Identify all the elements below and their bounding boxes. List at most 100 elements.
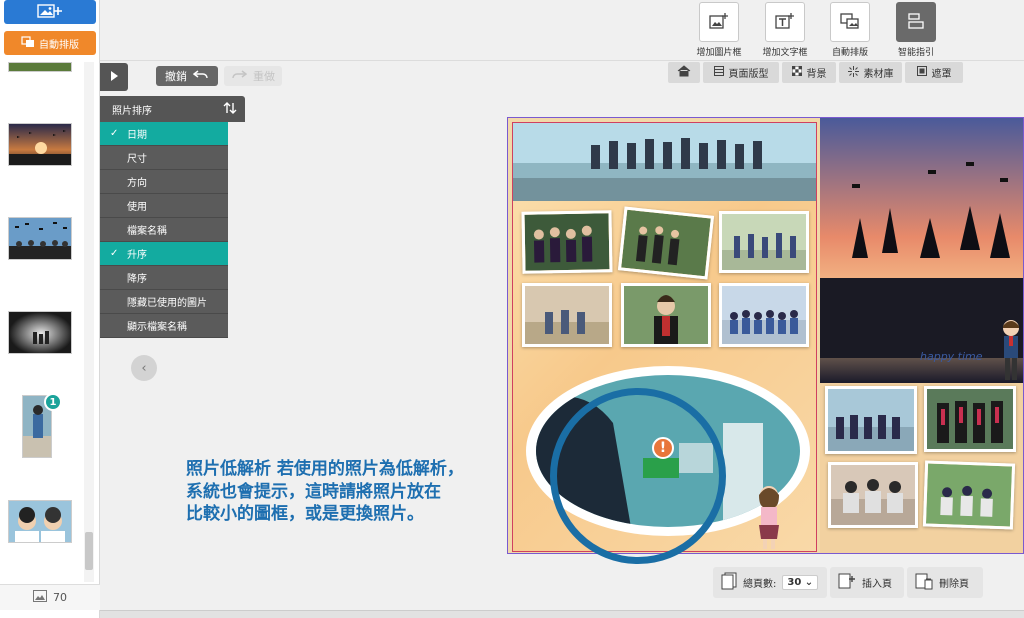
photo-frame[interactable]	[621, 283, 711, 347]
add-text-frame-button[interactable]: 增加文字框	[757, 2, 813, 58]
cartoon-sticker[interactable]	[998, 318, 1023, 384]
photo-thumbnail[interactable]	[8, 311, 72, 354]
delete-page-button[interactable]: 刪除頁	[907, 567, 983, 598]
collapse-panel-button[interactable]: ‹	[131, 355, 157, 381]
sort-option-ascending[interactable]: ✓ 升序	[100, 242, 228, 266]
add-text-frame-icon	[775, 12, 795, 33]
photo-panel-scrollbar[interactable]	[84, 62, 94, 582]
scrollbar-thumb[interactable]	[85, 532, 93, 570]
photo-frame[interactable]	[513, 123, 816, 201]
auto-layout-button[interactable]: 自動排版	[4, 31, 96, 55]
smart-guide-button[interactable]: 智能指引	[888, 2, 944, 58]
tab-label: 背景	[806, 69, 827, 80]
add-text-frame-label: 增加文字框	[762, 48, 808, 58]
photo-thumbnail[interactable]	[8, 500, 72, 543]
checker-icon	[791, 65, 802, 79]
tab-page-layout[interactable]: 頁面版型	[703, 62, 779, 83]
sort-option-size[interactable]: 尺寸	[100, 146, 228, 170]
total-pages-label: 總頁數:	[743, 579, 777, 590]
sort-option-label: 方向	[127, 178, 147, 189]
sort-menu-header: 照片排序	[100, 96, 245, 122]
sort-option-label: 日期	[127, 130, 147, 141]
photo-frame[interactable]	[719, 283, 809, 347]
photo-thumbnail[interactable]	[8, 123, 72, 166]
photo-sort-menu: 照片排序 ✓ 日期 尺寸 方向 使用 檔案名稱 ✓ 升序 降序 隱藏已使用的圖片 顯…	[100, 96, 245, 338]
auto-layout-tool-label: 自動排版	[831, 48, 868, 58]
sort-option-label: 隱藏已使用的圖片	[127, 298, 207, 309]
redo-button[interactable]: 重做	[224, 66, 282, 86]
check-icon: ✓	[110, 248, 119, 259]
sort-option-show-filename[interactable]: 顯示檔案名稱	[100, 314, 228, 338]
low-resolution-warning-icon[interactable]: !	[652, 437, 674, 459]
undo-button[interactable]: 撤銷	[156, 66, 218, 86]
photo-frame[interactable]	[719, 211, 809, 273]
photos-icon	[33, 590, 47, 605]
undo-label: 撤銷	[165, 70, 187, 83]
tab-mask[interactable]: 遮罩	[905, 62, 963, 83]
undo-icon	[192, 69, 209, 83]
total-pages-control: 總頁數: 30 ⌄	[713, 567, 827, 598]
page-controls: 總頁數: 30 ⌄ 插入頁 刪除頁	[713, 567, 983, 598]
tab-home[interactable]	[668, 62, 700, 83]
auto-layout-icon	[21, 35, 35, 51]
usage-count-badge: 1	[44, 393, 62, 411]
insert-page-icon	[838, 572, 856, 593]
tab-label: 素材庫	[863, 69, 894, 80]
photo-frame[interactable]	[924, 386, 1016, 452]
sort-option-label: 檔案名稱	[127, 226, 167, 237]
redo-icon	[231, 69, 248, 83]
photo-thumbnail[interactable]	[8, 62, 72, 72]
smart-guide-icon	[907, 12, 925, 33]
auto-layout-tool-icon	[840, 12, 860, 33]
add-photo-frame-icon	[709, 12, 729, 33]
chevron-left-icon: ‹	[141, 360, 147, 376]
insert-page-button[interactable]: 插入頁	[830, 567, 904, 598]
album-page-right[interactable]: happy time	[820, 118, 1023, 553]
check-icon: ✓	[110, 128, 119, 139]
photo-count-value: 70	[53, 591, 67, 604]
spread-caption[interactable]: happy time	[920, 350, 983, 363]
layout-icon	[713, 66, 724, 79]
mask-icon	[916, 66, 927, 79]
sort-option-label: 降序	[127, 274, 147, 285]
photo-frame[interactable]	[522, 283, 612, 347]
add-photo-button[interactable]	[4, 0, 96, 24]
sort-option-label: 顯示檔案名稱	[127, 322, 187, 333]
pages-icon	[721, 572, 737, 593]
home-icon	[677, 65, 691, 80]
sort-option-descending[interactable]: 降序	[100, 266, 228, 290]
sort-option-label: 使用	[127, 202, 147, 213]
delete-page-label: 刪除頁	[939, 579, 969, 590]
photo-frame[interactable]	[825, 386, 917, 454]
photo-frame[interactable]	[521, 210, 613, 274]
sort-option-orientation[interactable]: 方向	[100, 170, 228, 194]
delete-page-icon	[915, 572, 933, 593]
photo-frame[interactable]	[922, 460, 1016, 530]
play-arrow-icon	[110, 70, 118, 84]
photo-frame[interactable]	[617, 206, 715, 280]
auto-layout-tool-button[interactable]: 自動排版	[822, 2, 878, 58]
photo-thumbnail[interactable]	[8, 217, 72, 260]
sort-option-usage[interactable]: 使用	[100, 194, 228, 218]
cartoon-sticker[interactable]	[749, 483, 789, 551]
tab-label: 頁面版型	[728, 69, 769, 80]
sort-option-label: 尺寸	[127, 154, 147, 165]
sort-option-date[interactable]: ✓ 日期	[100, 122, 228, 146]
photo-frame[interactable]	[820, 118, 1023, 383]
sparkle-icon	[847, 65, 859, 80]
add-photo-frame-button[interactable]: 增加圖片框	[691, 2, 747, 58]
tab-background[interactable]: 背景	[782, 62, 836, 83]
sort-option-filename[interactable]: 檔案名稱	[100, 218, 228, 242]
photo-frame[interactable]	[828, 462, 918, 528]
sort-toggle-icon[interactable]	[223, 101, 237, 117]
tutorial-line: 照片低解析 若使用的照片為低解析，	[186, 459, 464, 479]
panel-toggle-button[interactable]	[100, 63, 128, 91]
page-thumbnail-strip[interactable]	[100, 610, 1024, 618]
tab-materials[interactable]: 素材庫	[839, 62, 902, 83]
tutorial-line: 比較小的圖框，或是更換照片。	[186, 504, 424, 524]
insert-page-label: 插入頁	[862, 579, 892, 590]
sort-option-hide-used[interactable]: 隱藏已使用的圖片	[100, 290, 228, 314]
total-pages-select[interactable]: 30 ⌄	[782, 575, 819, 590]
tutorial-caption: 照片低解析 若使用的照片為低解析， 系統也會提示，這時請將照片放在 比較小的圖框…	[186, 458, 516, 526]
photo-panel: 自動排版 1 70	[0, 0, 100, 618]
